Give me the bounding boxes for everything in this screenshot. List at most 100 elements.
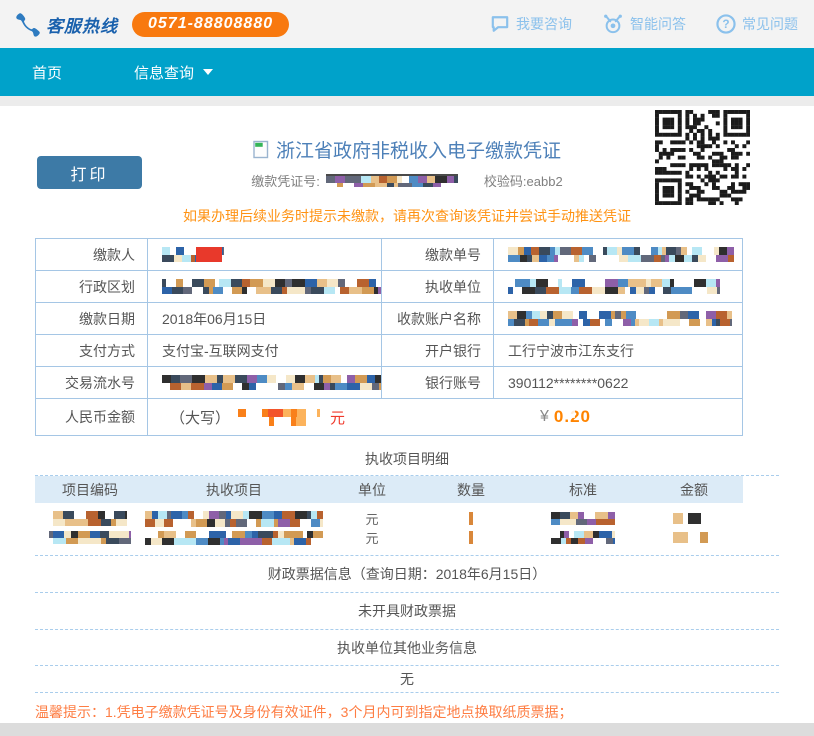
- payer-value: [148, 239, 382, 270]
- redacted-amount-caps: [238, 409, 320, 426]
- consult-link-label: 我要咨询: [516, 14, 572, 34]
- redacted-value: [551, 531, 615, 544]
- smart-qa-link[interactable]: 智能问答: [602, 14, 686, 34]
- question-icon: ?: [716, 14, 736, 34]
- amount-cell: （大写） 元 ¥ 0.20: [148, 399, 742, 435]
- redacted-value: [53, 511, 127, 526]
- payer-label: 缴款人: [36, 239, 148, 270]
- faq-link-label: 常见问题: [742, 14, 798, 34]
- section-divider: [35, 692, 779, 693]
- voucher-no-label: 缴款凭证号:: [251, 171, 320, 190]
- table-row: 交易流水号 银行账号 390112********0622: [36, 367, 742, 399]
- page-title: 浙江省政府非税收入电子缴款凭证: [276, 136, 561, 163]
- bill-no-label: 缴款单号: [382, 239, 494, 270]
- redacted-value: [49, 531, 131, 544]
- nav-home[interactable]: 首页: [32, 62, 62, 83]
- amount-caps-prefix: （大写）: [170, 407, 230, 428]
- footer-strip: [0, 723, 814, 736]
- payment-info-table: 缴款人 缴款单号 行政区划 执收单位 缴款日期 2018年06月15日 收款账户…: [35, 238, 743, 436]
- detail-table: 项目编码 执收项目 单位 数量 标准 金额 元 元: [35, 475, 779, 555]
- table-row: 元: [35, 509, 743, 528]
- qr-code: [655, 110, 750, 205]
- payee-account-label: 收款账户名称: [382, 303, 494, 334]
- detail-table-header: 项目编码 执收项目 单位 数量 标准 金额: [35, 476, 743, 503]
- col-unit: 单位: [323, 480, 421, 500]
- content: 打印 浙江省政府非税收入电子缴款凭证 缴款凭证号: 校验码:eabb2 如果办理…: [0, 106, 814, 720]
- region-label: 行政区划: [36, 271, 148, 302]
- unit-value: 元: [323, 509, 421, 528]
- invoice-status-row: 未开具财政票据: [35, 592, 779, 629]
- col-amount: 金额: [645, 480, 743, 500]
- redacted-value: [162, 375, 381, 390]
- nav-info-query-label: 信息查询: [134, 62, 194, 83]
- amount-unit: 元: [330, 407, 345, 428]
- redacted-value: [673, 513, 715, 524]
- table-row: 缴款日期 2018年06月15日 收款账户名称: [36, 303, 742, 335]
- print-button[interactable]: 打印: [37, 156, 142, 189]
- col-item-name: 执收项目: [145, 480, 323, 500]
- hotline-label: 客服热线: [46, 12, 118, 37]
- invoice-info-row: 财政票据信息（查询日期：2018年6月15日）: [35, 555, 779, 592]
- info-sections: 财政票据信息（查询日期：2018年6月15日） 未开具财政票据 执收单位其他业务…: [35, 555, 779, 693]
- tip-text: 温馨提示：1.凭电子缴款凭证号及身份有效证件，3个月内可到指定地点换取纸质票据；: [35, 702, 814, 720]
- pay-date-value: 2018年06月15日: [148, 303, 382, 334]
- detail-table-body: 元 元: [35, 503, 743, 555]
- main-nav: 首页 信息查询: [0, 48, 814, 96]
- consult-link[interactable]: 我要咨询: [490, 14, 572, 34]
- hotline-group: 客服热线 0571-88808880: [14, 11, 289, 38]
- redacted-value: [145, 511, 323, 527]
- redacted-voucher-no: [326, 174, 458, 187]
- redacted-quantity: [469, 531, 473, 544]
- bank-value: 工行宁波市江东支行: [494, 335, 742, 366]
- agency-label: 执收单位: [382, 271, 494, 302]
- amount-group: ¥ 0.20: [540, 399, 591, 435]
- notice-text: 如果办理后续业务时提示未缴款，请再次查询该凭证并尝试手动推送凭证: [0, 206, 814, 224]
- smart-qa-link-label: 智能问答: [630, 14, 686, 34]
- pay-method-label: 支付方式: [36, 335, 148, 366]
- payee-account-value: [494, 303, 742, 334]
- robot-icon: [602, 14, 624, 34]
- txn-no-value: [148, 367, 382, 398]
- unit-value: 元: [323, 528, 421, 547]
- voucher-header: 打印 浙江省政府非税收入电子缴款凭证 缴款凭证号: 校验码:eabb2: [0, 106, 814, 206]
- txn-no-label: 交易流水号: [36, 367, 148, 398]
- faq-link[interactable]: ? 常见问题: [716, 14, 798, 34]
- detail-section-title: 执收项目明细: [0, 449, 814, 467]
- other-info-value-row: 无: [35, 665, 779, 692]
- document-icon: [253, 140, 269, 159]
- redacted-value: [508, 311, 732, 326]
- bank-account-value: 390112********0622: [494, 367, 742, 398]
- svg-text:?: ?: [722, 17, 729, 31]
- table-row: 缴款人 缴款单号: [36, 239, 742, 271]
- col-standard: 标准: [521, 480, 645, 500]
- redacted-quantity: [469, 512, 473, 525]
- nav-info-query[interactable]: 信息查询: [134, 62, 213, 83]
- currency-symbol: ¥: [540, 408, 549, 426]
- table-row: 支付方式 支付宝-互联网支付 开户银行 工行宁波市江东支行: [36, 335, 742, 367]
- redacted-value: [673, 532, 715, 543]
- redacted-value: [551, 512, 615, 525]
- check-code: 校验码:eabb2: [484, 171, 563, 190]
- redacted-value: [508, 279, 720, 294]
- redacted-value: [508, 247, 734, 262]
- bank-account-label: 银行账号: [382, 367, 494, 398]
- agency-value: [494, 271, 742, 302]
- amount-label: 人民币金额: [36, 399, 148, 435]
- phone-icon: [14, 11, 41, 38]
- bank-label: 开户银行: [382, 335, 494, 366]
- region-value: [148, 271, 382, 302]
- amount-value: 0.20: [554, 407, 591, 427]
- redacted-value: [145, 531, 323, 545]
- chat-icon: [490, 15, 510, 33]
- redacted-value: [162, 247, 224, 262]
- pay-method-value: 支付宝-互联网支付: [148, 335, 382, 366]
- hotline-number: 0571-88808880: [132, 12, 289, 37]
- pay-date-label: 缴款日期: [36, 303, 148, 334]
- nav-home-label: 首页: [32, 62, 62, 83]
- top-header: 客服热线 0571-88808880 我要咨询 智能问答: [0, 0, 814, 48]
- other-info-title-row: 执收单位其他业务信息: [35, 629, 779, 665]
- table-row: 元: [35, 528, 743, 547]
- table-row: 行政区划 执收单位: [36, 271, 742, 303]
- col-quantity: 数量: [421, 480, 521, 500]
- bill-no-value: [494, 239, 742, 270]
